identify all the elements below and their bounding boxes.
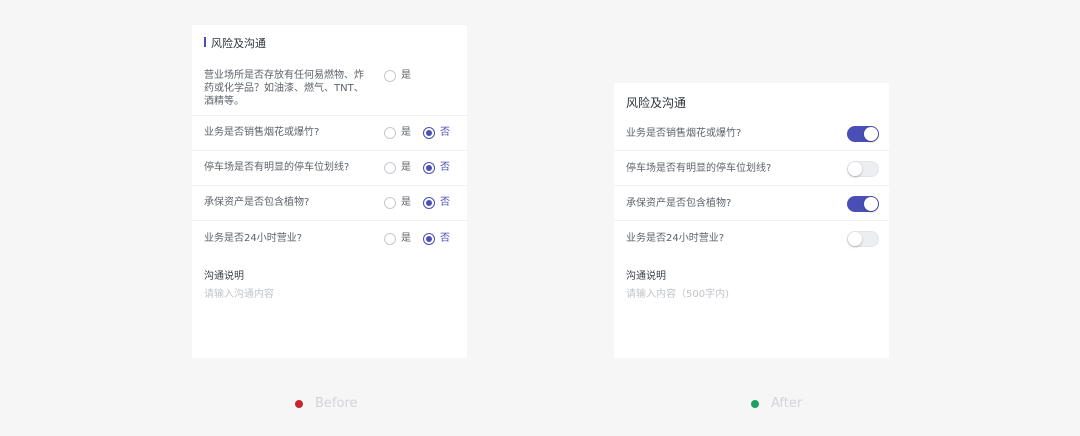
divider: [192, 220, 467, 221]
plants-no-radio[interactable]: [423, 197, 435, 209]
after-caption: After: [771, 396, 803, 411]
divider: [614, 185, 889, 186]
after-status-dot-icon: [751, 400, 759, 408]
question-fireworks: 业务是否销售烟花或爆竹?: [204, 127, 320, 138]
plants-no-label: 否: [440, 197, 450, 208]
question-plants: 承保资产是否包含植物?: [204, 197, 310, 208]
24h-yes-radio[interactable]: [384, 233, 396, 245]
divider: [192, 115, 467, 116]
question-flammables: 营业场所是否存放有任何易燃物、炸 药或化学品？如油漆、燃气、TNT、 酒精等。: [204, 70, 364, 107]
24h-toggle[interactable]: [847, 231, 879, 247]
after-card: 风险及沟通 业务是否销售烟花或爆竹? 停车场是否有明显的停车位划线? 承保资产是…: [614, 83, 889, 358]
plants-yes-label: 是: [401, 197, 411, 208]
toggle-knob: [864, 127, 878, 141]
parking-toggle[interactable]: [847, 161, 879, 177]
communication-label: 沟通说明: [626, 271, 666, 282]
question-parking: 停车场是否有明显的停车位划线?: [204, 162, 350, 173]
before-status-dot-icon: [295, 400, 303, 408]
fireworks-no-label: 否: [440, 127, 450, 138]
fireworks-toggle[interactable]: [847, 126, 879, 142]
fireworks-yes-radio[interactable]: [384, 127, 396, 139]
before-card: 风险及沟通 营业场所是否存放有任何易燃物、炸 药或化学品？如油漆、燃气、TNT、…: [192, 25, 467, 358]
divider: [192, 150, 467, 151]
toggle-knob: [848, 162, 862, 176]
question-fireworks: 业务是否销售烟花或爆竹?: [626, 128, 742, 139]
communication-input[interactable]: [626, 287, 876, 301]
parking-no-label: 否: [440, 162, 450, 173]
parking-no-radio[interactable]: [423, 162, 435, 174]
communication-input[interactable]: [204, 287, 454, 301]
24h-no-label: 否: [440, 233, 450, 244]
24h-no-radio[interactable]: [423, 233, 435, 245]
after-section-title: 风险及沟通: [626, 96, 687, 110]
question-24h: 业务是否24小时营业?: [626, 233, 725, 244]
question-plants: 承保资产是否包含植物?: [626, 198, 732, 209]
before-caption: Before: [315, 396, 358, 411]
parking-yes-radio[interactable]: [384, 162, 396, 174]
flammables-yes-radio[interactable]: [384, 70, 396, 82]
before-section-title: 风险及沟通: [204, 35, 266, 51]
divider: [192, 185, 467, 186]
plants-toggle[interactable]: [847, 196, 879, 212]
parking-yes-label: 是: [401, 162, 411, 173]
divider: [614, 150, 889, 151]
communication-label: 沟通说明: [204, 271, 244, 282]
toggle-knob: [848, 232, 862, 246]
question-24h: 业务是否24小时营业?: [204, 233, 303, 244]
question-parking: 停车场是否有明显的停车位划线?: [626, 163, 772, 174]
fireworks-yes-label: 是: [401, 127, 411, 138]
plants-yes-radio[interactable]: [384, 197, 396, 209]
flammables-yes-label: 是: [401, 70, 411, 81]
toggle-knob: [864, 197, 878, 211]
fireworks-no-radio[interactable]: [423, 127, 435, 139]
24h-yes-label: 是: [401, 233, 411, 244]
divider: [614, 220, 889, 221]
